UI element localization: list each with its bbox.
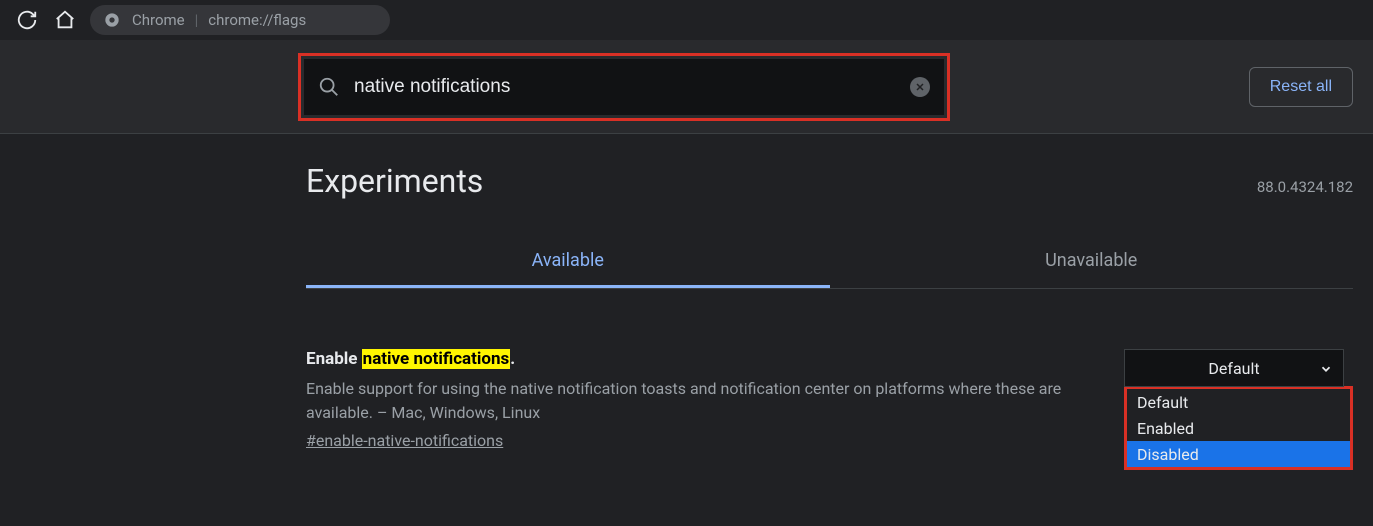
content-area: Experiments 88.0.4324.182 Available Unav… xyxy=(278,134,1373,470)
reload-icon[interactable] xyxy=(16,9,38,31)
address-bar[interactable]: Chrome | chrome://flags xyxy=(90,5,390,35)
search-input[interactable] xyxy=(354,76,910,98)
chevron-down-icon xyxy=(1319,361,1333,375)
flag-title-highlight: native notifications xyxy=(362,349,511,369)
version-label: 88.0.4324.182 xyxy=(1257,178,1353,196)
tab-available[interactable]: Available xyxy=(306,236,830,288)
flag-dropdown: Default Enabled Disabled xyxy=(1124,386,1353,470)
flag-anchor-link[interactable]: #enable-native-notifications xyxy=(306,431,503,450)
search-box[interactable] xyxy=(304,59,944,115)
flag-title: Enable native notifications. xyxy=(306,349,1104,369)
clear-search-icon[interactable] xyxy=(910,77,930,97)
search-icon xyxy=(318,76,340,98)
flag-select-area: Default Default Enabled Disabled xyxy=(1124,349,1353,470)
option-disabled[interactable]: Disabled xyxy=(1127,441,1350,467)
tab-unavailable[interactable]: Unavailable xyxy=(830,236,1354,288)
search-header: Reset all xyxy=(0,40,1373,134)
flag-title-prefix: Enable xyxy=(306,349,362,369)
address-url: chrome://flags xyxy=(208,11,306,29)
option-default[interactable]: Default xyxy=(1127,389,1350,415)
address-separator: | xyxy=(195,11,199,29)
option-enabled[interactable]: Enabled xyxy=(1127,415,1350,441)
left-gutter xyxy=(0,134,278,470)
flag-select[interactable]: Default xyxy=(1124,349,1344,387)
flag-item: Enable native notifications. Enable supp… xyxy=(306,349,1353,470)
page-title: Experiments xyxy=(306,162,483,200)
reset-all-button[interactable]: Reset all xyxy=(1249,67,1353,107)
browser-toolbar: Chrome | chrome://flags xyxy=(0,0,1373,40)
search-highlight-box xyxy=(298,53,950,121)
tabs: Available Unavailable xyxy=(306,236,1353,289)
flag-title-suffix: . xyxy=(510,349,515,369)
address-label: Chrome xyxy=(132,11,185,29)
home-icon[interactable] xyxy=(54,9,76,31)
flag-description: Enable support for using the native noti… xyxy=(306,377,1104,425)
flag-select-value: Default xyxy=(1208,359,1259,378)
chrome-icon xyxy=(104,12,120,28)
